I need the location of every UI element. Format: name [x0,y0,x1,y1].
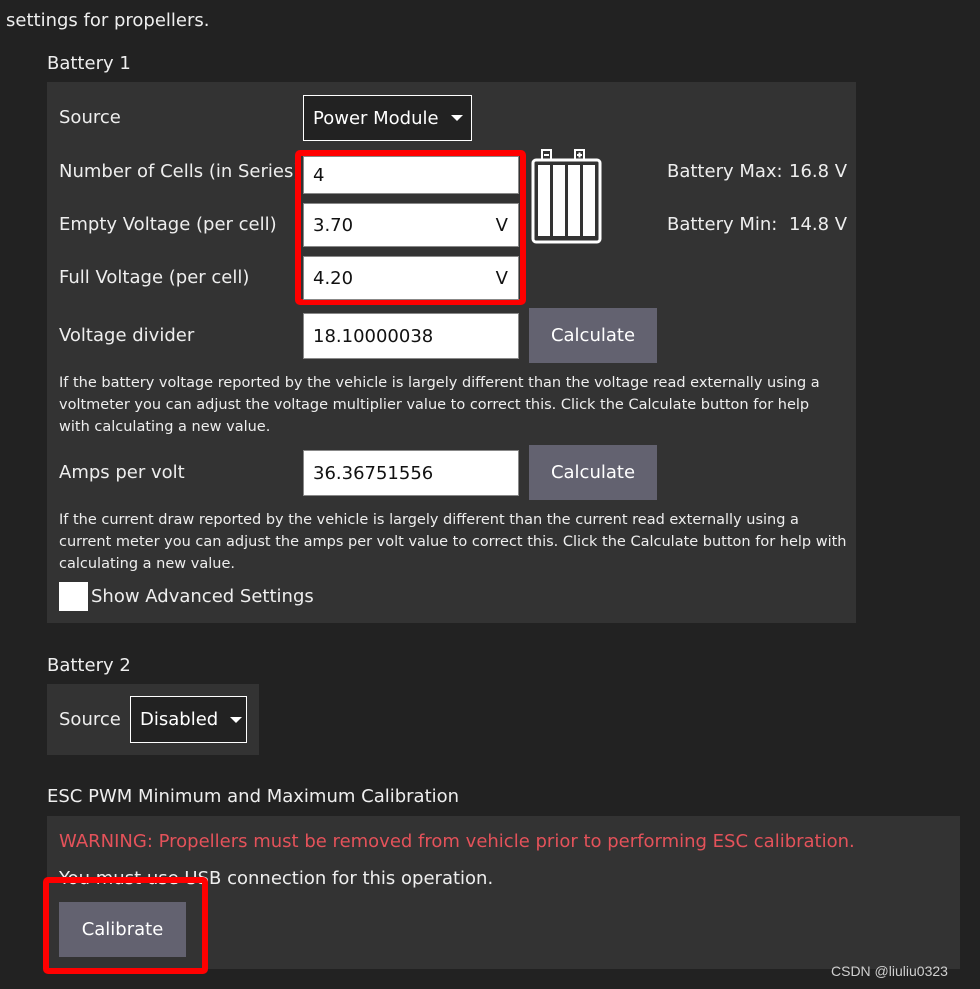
battery1-title: Battery 1 [47,53,131,74]
calibrate-highlight-box [43,877,208,974]
cells-label: Number of Cells (in Series) [59,161,301,182]
esc-warning: WARNING: Propellers must be removed from… [59,831,855,852]
intro-text: settings for propellers. [6,10,210,31]
cells-value: 4 [313,164,325,186]
watermark: CSDN @liuliu0323 [831,963,948,979]
empty-voltage-unit: V [495,214,508,236]
battery-max-label: Battery Max: [667,161,783,182]
advanced-settings-label[interactable]: Show Advanced Settings [91,586,314,607]
voltage-divider-help: If the battery voltage reported by the v… [59,375,820,435]
full-voltage-label: Full Voltage (per cell) [59,267,250,288]
full-voltage-unit: V [495,267,508,289]
battery2-source-combo[interactable]: Disabled [130,696,247,743]
battery-min-value: 14.8 V [789,214,848,235]
empty-voltage-input[interactable]: 3.70 V [303,203,519,247]
amps-per-volt-calculate-button[interactable]: Calculate [529,445,657,500]
voltage-divider-value: 18.10000038 [313,325,434,347]
amps-per-volt-input[interactable]: 36.36751556 [303,450,519,496]
battery-min-label: Battery Min: [667,214,778,235]
full-voltage-input[interactable]: 4.20 V [303,256,519,300]
chevron-down-icon [450,115,463,121]
advanced-settings-checkbox[interactable] [59,582,88,611]
battery1-source-combo[interactable]: Power Module [303,95,472,141]
voltage-divider-calculate-button[interactable]: Calculate [529,308,657,363]
amps-per-volt-help: If the current draw reported by the vehi… [59,512,847,572]
battery2-title: Battery 2 [47,655,131,676]
battery-icon [531,149,602,244]
battery2-source-label: Source [59,709,121,730]
chevron-down-icon [230,716,243,723]
esc-title: ESC PWM Minimum and Maximum Calibration [47,786,460,807]
amps-per-volt-label: Amps per volt [59,462,185,483]
battery-max-value: 16.8 V [789,161,848,182]
battery1-source-label: Source [59,107,121,128]
battery2-source-value: Disabled [140,709,219,730]
empty-voltage-value: 3.70 [313,214,354,236]
voltage-divider-input[interactable]: 18.10000038 [303,313,519,359]
empty-voltage-label: Empty Voltage (per cell) [59,214,277,235]
voltage-divider-label: Voltage divider [59,325,195,346]
cells-input[interactable]: 4 [303,156,519,194]
battery1-source-value: Power Module [313,107,439,129]
amps-per-volt-value: 36.36751556 [313,462,434,484]
full-voltage-value: 4.20 [313,267,354,289]
